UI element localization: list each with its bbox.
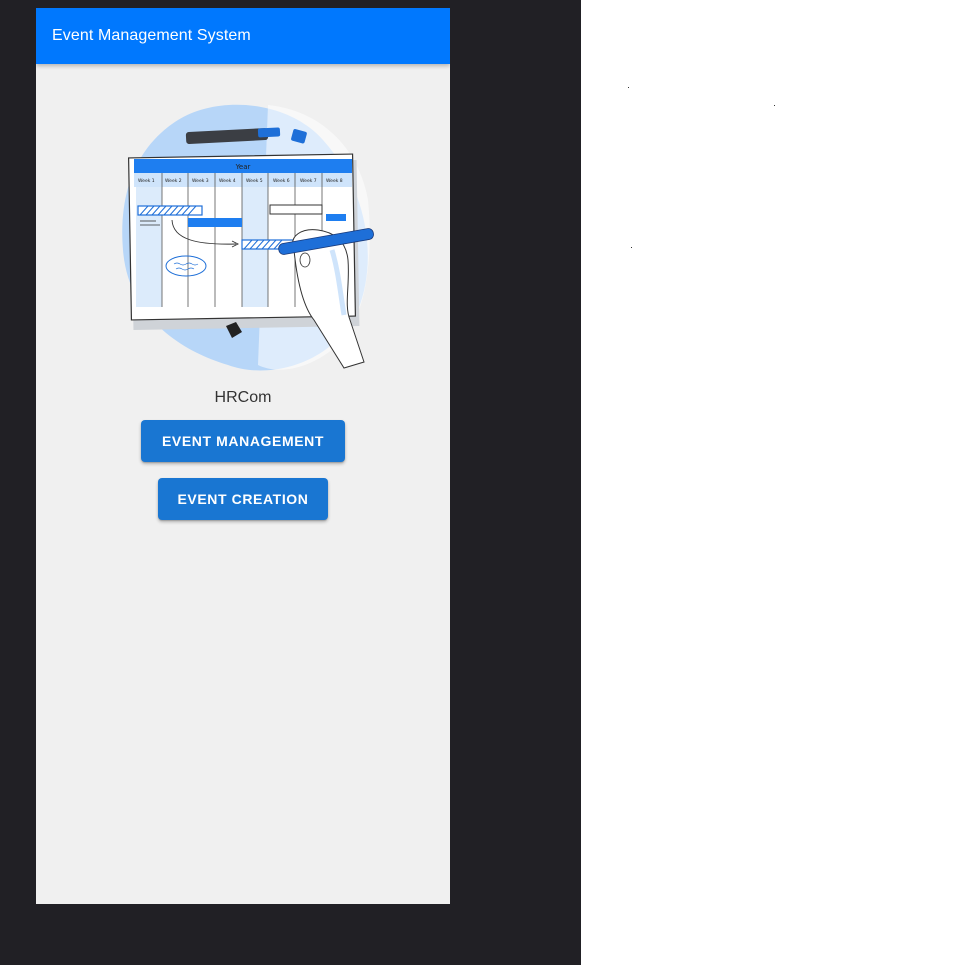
event-creation-button[interactable]: EVENT CREATION bbox=[158, 478, 328, 520]
blank-canvas bbox=[581, 0, 959, 965]
artifact-dot bbox=[628, 87, 629, 88]
svg-text:Week 8: Week 8 bbox=[326, 178, 343, 184]
planning-board-illustration: Year Week 1 Week 2 Week 3 Week 4 Week 5 … bbox=[118, 100, 378, 376]
screen: Event Management System Year Week 1 Week… bbox=[0, 0, 959, 965]
artifact-dot bbox=[774, 105, 775, 106]
event-management-button[interactable]: EVENT MANAGEMENT bbox=[141, 420, 345, 462]
svg-text:Week 7: Week 7 bbox=[300, 178, 317, 184]
svg-text:Week 2: Week 2 bbox=[165, 178, 182, 184]
app-title: Event Management System bbox=[52, 27, 251, 44]
app-bar: Event Management System bbox=[36, 8, 450, 64]
artifact-dot bbox=[631, 247, 632, 248]
app-screen: Event Management System Year Week 1 Week… bbox=[36, 8, 450, 904]
board-header-label: Year bbox=[235, 163, 251, 171]
svg-text:Week 4: Week 4 bbox=[219, 178, 236, 184]
svg-text:Week 6: Week 6 bbox=[273, 178, 290, 184]
svg-text:Week 1: Week 1 bbox=[138, 178, 155, 184]
svg-text:Week 5: Week 5 bbox=[246, 178, 263, 184]
company-name: HRCom bbox=[214, 389, 272, 406]
svg-text:Week 3: Week 3 bbox=[192, 178, 209, 184]
